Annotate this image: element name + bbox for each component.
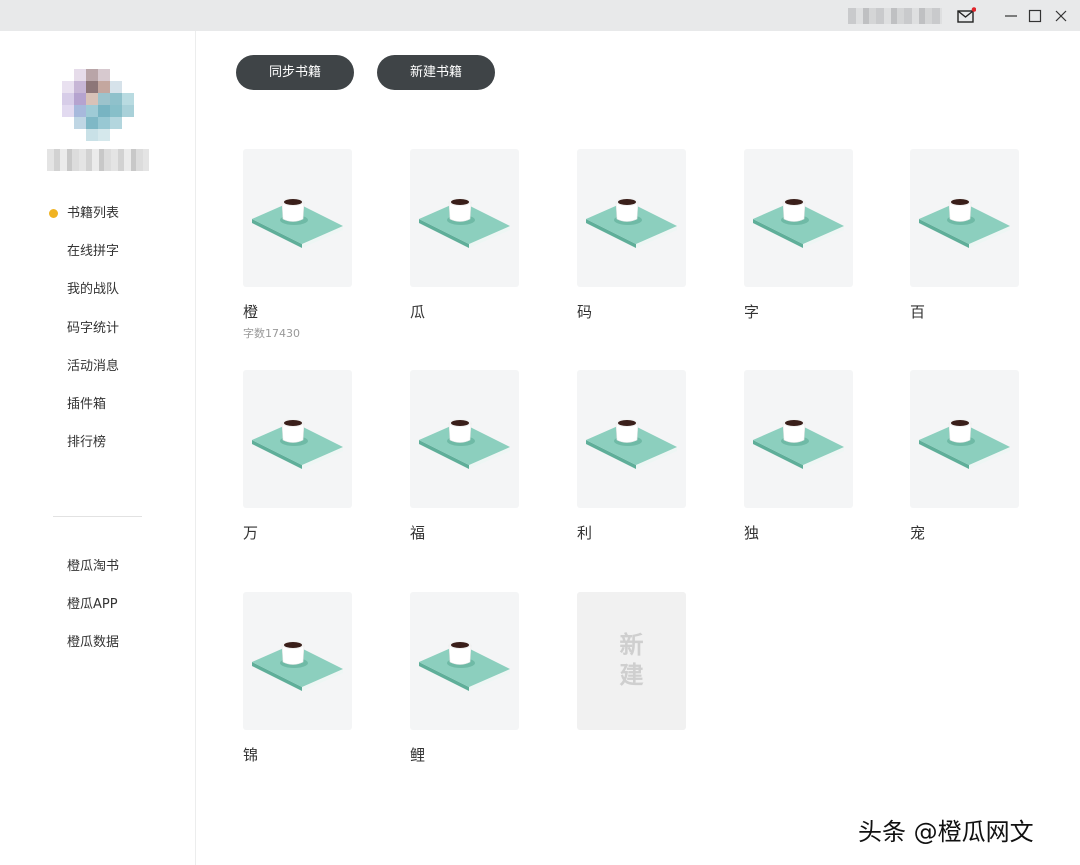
avatar[interactable] <box>62 69 134 141</box>
sidebar-item-plugins[interactable]: 插件箱 <box>0 393 195 431</box>
book-cover[interactable] <box>410 149 519 287</box>
book-cover[interactable] <box>744 149 853 287</box>
book-coffee-icon <box>419 197 510 249</box>
book-title[interactable]: 宠 <box>910 522 925 543</box>
sidebar-item-my-team[interactable]: 我的战队 <box>0 278 195 316</box>
new-book-text: 新 建 <box>577 630 686 690</box>
book-card[interactable]: 瓜 <box>410 149 520 321</box>
sidebar-item-app[interactable]: 橙瓜APP <box>0 593 195 631</box>
maximize-icon[interactable] <box>1025 6 1045 26</box>
sidebar: 书籍列表 在线拼字 我的战队 码字统计 活动消息 插件箱 排行榜 橙瓜淘书 橙瓜… <box>0 31 196 865</box>
book-cover[interactable] <box>910 149 1019 287</box>
sidebar-item-data[interactable]: 橙瓜数据 <box>0 631 195 669</box>
book-card[interactable]: 锦 <box>243 592 353 764</box>
book-coffee-icon <box>252 197 343 249</box>
book-title[interactable]: 独 <box>744 522 759 543</box>
sidebar-item-label: 橙瓜数据 <box>67 635 120 651</box>
new-book-button[interactable]: 新建书籍 <box>377 55 495 90</box>
book-cover[interactable] <box>577 149 686 287</box>
sidebar-item-label: 橙瓜APP <box>67 597 118 613</box>
nickname-blurred <box>47 149 149 171</box>
new-book-text-line1: 新 <box>619 631 644 659</box>
sidebar-item-label: 插件箱 <box>67 396 107 412</box>
close-icon[interactable] <box>1051 6 1071 26</box>
sidebar-item-leaderboard[interactable]: 排行榜 <box>0 431 195 469</box>
book-coffee-icon <box>252 640 343 692</box>
sidebar-divider <box>53 516 142 517</box>
sidebar-item-taoshu[interactable]: 橙瓜淘书 <box>0 555 195 593</box>
book-title[interactable]: 锦 <box>243 744 258 765</box>
title-bar <box>0 0 1080 31</box>
book-title[interactable]: 瓜 <box>410 301 425 322</box>
book-card[interactable]: 字 <box>744 149 854 321</box>
mail-icon[interactable] <box>956 7 976 25</box>
sidebar-nav: 书籍列表 在线拼字 我的战队 码字统计 活动消息 插件箱 排行榜 <box>0 202 195 469</box>
sidebar-item-label: 排行榜 <box>67 435 107 451</box>
sidebar-item-label: 橙瓜淘书 <box>67 559 120 574</box>
book-cover[interactable] <box>910 370 1019 508</box>
book-title[interactable]: 万 <box>243 522 258 543</box>
book-title[interactable]: 字 <box>744 301 759 322</box>
book-cover[interactable] <box>243 149 352 287</box>
book-cover[interactable] <box>577 370 686 508</box>
book-coffee-icon <box>919 197 1010 249</box>
book-title[interactable]: 码 <box>577 301 592 322</box>
book-card[interactable]: 橙 字数17430 <box>243 149 353 340</box>
book-card[interactable]: 福 <box>410 370 520 542</box>
sidebar-secondary-nav: 橙瓜淘书 橙瓜APP 橙瓜数据 <box>0 555 195 670</box>
book-cover[interactable] <box>410 592 519 730</box>
sidebar-item-book-list[interactable]: 书籍列表 <box>0 202 195 240</box>
new-book-tile[interactable]: 新 建 <box>577 592 686 730</box>
book-coffee-icon <box>919 418 1010 470</box>
sidebar-item-label: 码字统计 <box>67 320 120 336</box>
book-card[interactable]: 万 <box>243 370 353 542</box>
book-cover[interactable] <box>243 592 352 730</box>
book-title[interactable]: 福 <box>410 522 425 543</box>
username-blurred <box>848 8 942 24</box>
sidebar-item-online-writing[interactable]: 在线拼字 <box>0 240 195 278</box>
book-card[interactable]: 百 <box>910 149 1020 321</box>
new-book-card[interactable]: 新 建 <box>577 592 687 730</box>
book-coffee-icon <box>753 197 844 249</box>
book-cover[interactable] <box>744 370 853 508</box>
book-card[interactable]: 鲤 <box>410 592 520 764</box>
sidebar-item-activity-messages[interactable]: 活动消息 <box>0 355 195 393</box>
book-coffee-icon <box>753 418 844 470</box>
book-coffee-icon <box>586 197 677 249</box>
book-title[interactable]: 百 <box>910 301 925 322</box>
book-title[interactable]: 橙 <box>243 301 258 322</box>
book-title[interactable]: 利 <box>577 522 592 543</box>
sidebar-item-label: 我的战队 <box>67 282 120 298</box>
active-indicator-dot <box>49 209 58 218</box>
book-cover[interactable] <box>243 370 352 508</box>
book-card[interactable]: 码 <box>577 149 687 321</box>
sidebar-item-label: 书籍列表 <box>67 206 120 221</box>
book-card[interactable]: 宠 <box>910 370 1020 542</box>
sidebar-item-writing-stats[interactable]: 码字统计 <box>0 317 195 355</box>
minimize-icon[interactable] <box>1001 6 1021 26</box>
book-coffee-icon <box>419 418 510 470</box>
book-card[interactable]: 利 <box>577 370 687 542</box>
book-coffee-icon <box>252 418 343 470</box>
book-coffee-icon <box>586 418 677 470</box>
sync-books-button[interactable]: 同步书籍 <box>236 55 354 90</box>
book-title[interactable]: 鲤 <box>410 744 425 765</box>
book-word-count: 字数17430 <box>243 327 300 340</box>
new-book-text-line2: 建 <box>619 661 644 689</box>
watermark: 头条 @橙瓜网文 <box>858 818 1034 846</box>
sidebar-item-label: 在线拼字 <box>67 244 120 260</box>
book-cover[interactable] <box>410 370 519 508</box>
book-coffee-icon <box>419 640 510 692</box>
book-card[interactable]: 独 <box>744 370 854 542</box>
sidebar-item-label: 活动消息 <box>67 358 120 374</box>
